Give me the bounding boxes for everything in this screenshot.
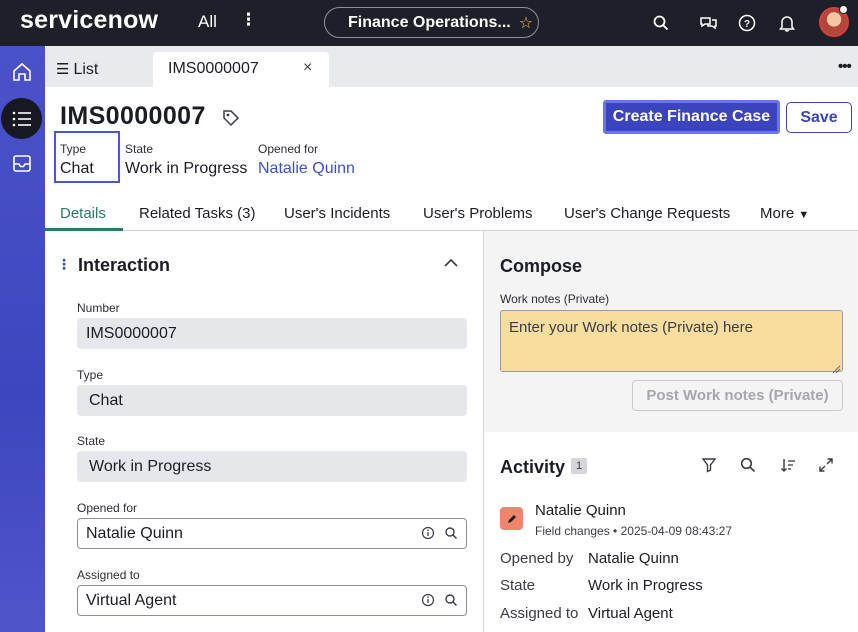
tab-users-problems[interactable]: User's Problems (423, 205, 533, 222)
change-field-label: Opened by (500, 550, 574, 567)
create-finance-case-button[interactable]: Create Finance Case (603, 100, 780, 134)
field-label-number: Number (77, 301, 120, 315)
search-activity-icon[interactable] (740, 457, 758, 475)
all-menu-link[interactable]: All (198, 12, 217, 32)
servicenow-logo[interactable]: servicenow (20, 6, 158, 35)
meta-state-label: State (125, 142, 154, 156)
list-icon[interactable] (1, 98, 42, 139)
assigned-to-field[interactable]: Virtual Agent (77, 585, 467, 616)
post-work-notes-button[interactable]: Post Work notes (Private) (632, 380, 843, 411)
filter-icon[interactable] (701, 457, 719, 475)
opened-for-field[interactable]: Natalie Quinn (77, 518, 467, 549)
tab-more-label: More (760, 205, 795, 222)
tab-details[interactable]: Details (60, 205, 106, 222)
home-icon[interactable] (7, 57, 37, 87)
panel-divider (483, 231, 484, 632)
favorite-star-icon[interactable]: ☆ (519, 13, 533, 33)
caret-down-icon: ▼ (798, 209, 810, 221)
meta-opened-for-label: Opened for (258, 142, 319, 156)
expand-icon[interactable] (818, 457, 836, 475)
search-icon[interactable] (650, 12, 672, 34)
lookup-search-icon[interactable] (444, 526, 460, 542)
lookup-search-icon[interactable] (444, 593, 460, 609)
save-button[interactable]: Save (786, 102, 852, 133)
field-label-assigned-to: Assigned to (77, 568, 140, 582)
activity-count-badge: 1 (571, 458, 587, 474)
info-icon[interactable] (421, 526, 437, 542)
change-field-value: Work in Progress (588, 577, 703, 594)
resize-grip-icon[interactable] (832, 361, 841, 379)
activity-title: Activity (500, 457, 566, 477)
hamburger-icon: ☰ (56, 61, 70, 78)
info-icon[interactable] (421, 593, 437, 609)
field-label-type: Type (77, 368, 104, 382)
close-icon[interactable]: × (303, 59, 312, 77)
tab-more[interactable]: More ▼ (760, 205, 809, 222)
state-field: Work in Progress (77, 451, 467, 482)
field-label-opened-for: Opened for (77, 501, 138, 515)
meta-opened-for-link[interactable]: Natalie Quinn (258, 160, 355, 178)
number-field: IMS0000007 (77, 318, 467, 349)
chat-icon[interactable] (697, 12, 719, 34)
opened-for-value: Natalie Quinn (86, 524, 183, 542)
work-notes-input[interactable]: Enter your Work notes (Private) here (500, 310, 843, 372)
compose-title: Compose (500, 256, 583, 276)
activity-author: Natalie Quinn (535, 502, 626, 519)
tag-icon[interactable] (222, 109, 240, 132)
tab-overflow-icon[interactable]: ••• (838, 58, 852, 75)
change-field-label: Assigned to (500, 605, 579, 622)
avatar-status-icon (839, 5, 848, 14)
page-title: IMS0000007 (60, 102, 206, 130)
tab-record-label[interactable]: IMS0000007 (168, 60, 259, 78)
tab-related-tasks[interactable]: Related Tasks (3) (139, 205, 255, 222)
meta-state-value: Work in Progress (125, 160, 248, 177)
field-label-state: State (77, 434, 106, 448)
change-field-label: State (500, 577, 536, 594)
inbox-icon[interactable] (7, 148, 37, 178)
interaction-section-title: Interaction (78, 255, 171, 275)
sort-icon[interactable] (780, 457, 798, 475)
tab-list[interactable]: ☰ List (56, 60, 98, 79)
assigned-to-value: Virtual Agent (86, 591, 177, 609)
change-field-value: Natalie Quinn (588, 550, 679, 567)
help-icon[interactable]: ? (736, 12, 758, 34)
section-menu-icon[interactable]: ⋮ (57, 256, 71, 273)
svg-text:?: ? (744, 19, 750, 30)
type-field: Chat (77, 385, 467, 416)
tab-users-incidents[interactable]: User's Incidents (284, 205, 390, 222)
edit-pencil-icon (500, 507, 523, 530)
more-vertical-icon[interactable]: ⋮ (240, 10, 257, 30)
work-notes-label: Work notes (Private) (500, 292, 610, 306)
change-field-value: Virtual Agent (588, 605, 673, 622)
tab-list-label: List (73, 61, 99, 78)
bell-icon[interactable] (776, 12, 798, 34)
active-tab-indicator (45, 228, 123, 231)
meta-type-label: Type (60, 142, 87, 156)
tab-users-change-requests[interactable]: User's Change Requests (564, 205, 730, 222)
workspace-context-title: Finance Operations... (348, 13, 511, 31)
activity-subtitle: Field changes • 2025-04-09 08:43:27 (535, 524, 733, 538)
meta-type-value: Chat (60, 160, 94, 177)
chevron-up-icon[interactable] (443, 256, 459, 274)
activity-kind: Field changes (535, 524, 610, 538)
workspace-context-pill[interactable]: Finance Operations... ☆ (324, 7, 539, 38)
activity-timestamp: 2025-04-09 08:43:27 (620, 524, 733, 538)
